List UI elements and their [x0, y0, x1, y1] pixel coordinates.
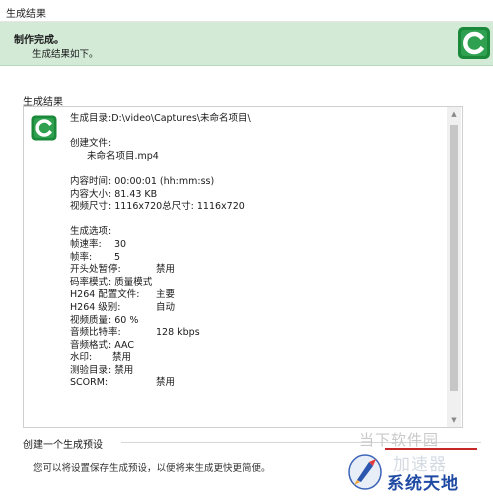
camtasia-logo-icon [458, 27, 490, 59]
title-bar: 生成结果 [0, 0, 493, 22]
output-directory: 生成目录:D:\video\Captures\未命名项目\ [70, 113, 251, 124]
option-row: H264 级别: 自动 [70, 302, 440, 315]
content-size: 内容大小: 81.43 KB [70, 188, 158, 200]
option-row: 码率模式: 质量模式 [70, 277, 440, 290]
option-key: 码率模式: 质量模式 [70, 276, 153, 288]
option-key: SCORM: [70, 377, 109, 389]
option-key: 视频质量: 60 % [70, 314, 139, 326]
option-value: 主要 [156, 289, 176, 301]
option-row: 帧率: 5 [70, 252, 440, 265]
scroll-up-icon[interactable]: ▲ [447, 107, 461, 121]
scroll-thumb[interactable] [450, 125, 458, 391]
option-key: 音频比特率: [70, 327, 121, 339]
option-key: H264 配置文件: [70, 289, 140, 301]
watermark: 当下软件园 加速器 系统天地 [345, 428, 493, 496]
window-title: 生成结果 [6, 9, 46, 20]
option-value: 自动 [156, 301, 176, 313]
option-key: 音频格式: AAC [70, 339, 134, 351]
option-value: 禁用 [156, 377, 176, 389]
option-value: 128 kbps [156, 327, 200, 339]
options-label: 生成选项: [70, 226, 112, 238]
option-row: 开头处暂停: 禁用 [70, 264, 440, 277]
watermark-line3: 系统天地 [387, 474, 459, 494]
created-files-label: 创建文件: [70, 138, 112, 150]
option-key: H264 级别: [70, 301, 121, 313]
created-file-name: 未命名项目.mp4 [87, 150, 159, 162]
option-value: 禁用 [156, 264, 176, 276]
video-size: 视频尺寸: 1116x720总尺寸: 1116x720 [70, 201, 245, 213]
option-row: 测验目录: 禁用 [70, 365, 440, 378]
option-row: 水印: 禁用 [70, 352, 440, 365]
results-panel[interactable]: 生成目录:D:\video\Captures\未命名项目\ 创建文件: 未命名项… [23, 106, 463, 428]
option-value: 5 [114, 251, 121, 263]
option-row: 帧速率: 30 [70, 239, 440, 252]
camtasia-logo-icon [31, 115, 57, 141]
option-value: 禁用 [112, 352, 132, 364]
option-row: 音频格式: AAC [70, 340, 440, 353]
results-text: 生成目录:D:\video\Captures\未命名项目\ 创建文件: 未命名项… [70, 113, 440, 390]
option-key: 水印: [70, 352, 93, 364]
watermark-line1: 当下软件园 [359, 431, 440, 449]
option-key: 开头处暂停: [70, 264, 121, 276]
option-value: 30 [114, 238, 127, 250]
options-list: 帧速率: 30 帧率: 5 开头处暂停: 禁用 码率模式: 质量模式 H264 配置文件: 主要… [70, 239, 440, 390]
option-key: 测验目录: 禁用 [70, 364, 134, 376]
banner-subtitle: 生成结果如下。 [32, 49, 99, 60]
option-row: 音频比特率: 128 kbps [70, 327, 440, 340]
option-row: SCORM: 禁用 [70, 377, 440, 390]
option-key: 帧率: [70, 251, 93, 263]
option-row: H264 配置文件: 主要 [70, 289, 440, 302]
option-key: 帧速率: [70, 238, 102, 250]
completion-banner: 制作完成。 生成结果如下。 [0, 22, 493, 66]
scroll-down-icon[interactable]: ▼ [447, 413, 461, 427]
content-time: 内容时间: 00:00:01 (hh:mm:ss) [70, 175, 215, 187]
banner-title: 制作完成。 [14, 35, 64, 46]
option-row: 视频质量: 60 % [70, 315, 440, 328]
rocket-logo-icon [348, 454, 382, 490]
results-scrollbar[interactable]: ▲ ▼ [447, 107, 461, 427]
preset-description: 您可以将设置保存生成预设，以便将来生成更快更简便。 [33, 463, 271, 474]
